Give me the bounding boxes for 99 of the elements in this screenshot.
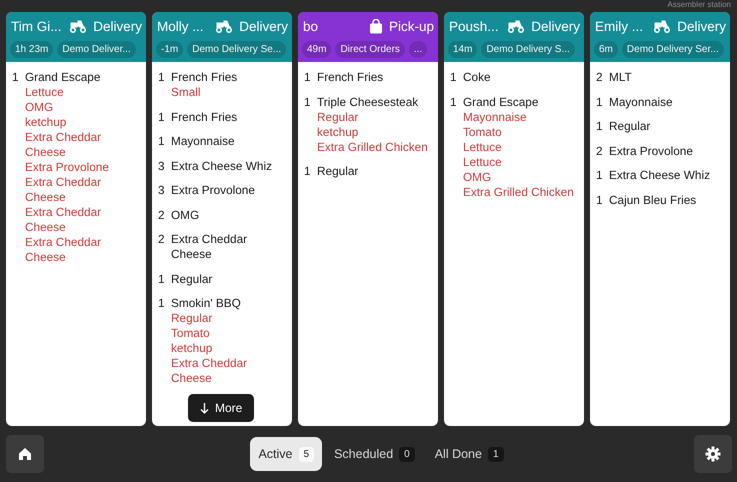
item-quantity: 1 xyxy=(450,70,458,85)
station-label: Assembler station xyxy=(667,0,731,9)
arrow-down-icon xyxy=(200,402,209,414)
item-modifier: Extra Cheddar Cheese xyxy=(171,356,248,386)
item-quantity: 1 xyxy=(158,296,166,311)
item-name: OMG xyxy=(171,208,200,222)
item-name: Regular xyxy=(609,119,652,134)
settings-icon xyxy=(705,446,721,462)
item-name: MLT xyxy=(609,70,633,85)
customer-name: Molly ... xyxy=(157,18,204,34)
count-badge: 0 xyxy=(399,446,415,462)
item-modifier: Extra Cheddar Cheese xyxy=(25,175,102,205)
item-modifier: Tomato xyxy=(171,326,211,341)
item-name: Mayonnaise xyxy=(609,94,674,110)
item-modifier: OMG xyxy=(463,170,492,184)
item-name: Coke xyxy=(463,70,492,85)
item-name: Cajun Bleu Fries xyxy=(609,192,698,208)
order-chip: Demo Deliver... xyxy=(57,41,136,58)
item-quantity: 3 xyxy=(158,158,166,174)
item-name: Triple Cheesesteak xyxy=(317,94,420,110)
item-name: Grand Escape xyxy=(463,94,540,110)
item-modifier: ketchup xyxy=(317,124,360,140)
customer-name: Poush... xyxy=(449,18,499,34)
item-quantity: 2 xyxy=(596,144,604,158)
filter-tab[interactable]: Scheduled 0 xyxy=(326,437,423,471)
item-quantity: 3 xyxy=(158,183,166,198)
order-chip: Direct Orders xyxy=(335,41,405,58)
item-quantity: 1 xyxy=(596,119,604,134)
item-modifier: OMG xyxy=(25,100,54,115)
item-modifier: Lettuce xyxy=(463,154,503,170)
item-modifier: Extra Cheddar Cheese xyxy=(25,130,102,160)
item-quantity: 1 xyxy=(596,94,604,110)
more-button[interactable]: More xyxy=(188,394,254,422)
item-quantity: 2 xyxy=(596,70,604,85)
order-chip: Demo Delivery S... xyxy=(481,41,575,58)
item-modifier: Regular xyxy=(171,311,214,326)
settings-button[interactable] xyxy=(694,435,732,473)
customer-name: Tim Gi... xyxy=(11,18,62,34)
item-modifier: Regular xyxy=(317,110,360,124)
item-modifier: Lettuce xyxy=(463,140,503,154)
item-quantity: 1 xyxy=(158,70,166,85)
filter-tab[interactable]: All Done 1 xyxy=(426,437,512,471)
order-type: Delivery xyxy=(531,18,580,34)
item-modifier: ketchup xyxy=(171,341,214,356)
filter-tab[interactable]: Active 5 xyxy=(250,437,322,471)
item-quantity: 1 xyxy=(304,164,312,179)
item-quantity: 1 xyxy=(304,70,312,85)
item-name: Smokin' BBQ xyxy=(171,296,242,311)
count-badge: 1 xyxy=(488,446,504,462)
shopping-bag-icon xyxy=(368,18,383,34)
item-quantity: 1 xyxy=(450,94,458,110)
item-name: Grand Escape xyxy=(25,70,102,85)
item-modifier: Lettuce xyxy=(25,85,65,100)
order-type: Pick-up xyxy=(388,18,434,34)
item-modifier: ketchup xyxy=(25,115,68,130)
item-modifier: Extra Cheddar Cheese xyxy=(25,235,102,265)
item-modifier: Extra Grilled Chicken xyxy=(317,140,429,154)
item-name: French Fries xyxy=(317,70,384,85)
item-name: Regular xyxy=(317,164,360,179)
home-button[interactable] xyxy=(6,435,44,473)
item-name: Extra Cheese Whiz xyxy=(609,168,711,183)
order-chip: Demo Delivery Se... xyxy=(187,41,286,58)
item-name: French Fries xyxy=(171,110,238,124)
item-modifier: Extra Provolone xyxy=(25,160,110,175)
item-quantity: 1 xyxy=(304,94,312,110)
item-quantity: 2 xyxy=(158,208,166,222)
home-icon xyxy=(18,447,32,461)
item-modifier: Mayonnaise xyxy=(463,110,528,124)
order-chip: 14m xyxy=(448,41,478,58)
item-name: Extra Provolone xyxy=(609,144,694,158)
order-type: Delivery xyxy=(239,18,288,34)
item-quantity: 1 xyxy=(12,70,20,85)
item-quantity: 1 xyxy=(158,134,166,149)
order-chip: -1m xyxy=(156,41,184,58)
item-name: Mayonnaise xyxy=(171,134,236,149)
item-quantity: 2 xyxy=(158,232,166,248)
order-chip: 6m xyxy=(594,41,618,58)
count-badge: 5 xyxy=(298,446,314,462)
order-chip: 49m xyxy=(302,41,332,58)
item-modifier: Tomato xyxy=(463,124,503,140)
order-chip: ... xyxy=(408,41,428,58)
item-modifier: Extra Grilled Chicken xyxy=(463,184,575,200)
order-type: Delivery xyxy=(677,18,726,34)
item-quantity: 1 xyxy=(158,272,166,286)
item-name: Regular xyxy=(171,272,214,286)
item-modifier: Extra Cheddar Cheese xyxy=(25,205,102,235)
item-modifier: Small xyxy=(171,85,202,100)
customer-name: bo xyxy=(303,18,318,34)
item-name: Extra Cheddar Cheese xyxy=(171,232,248,262)
customer-name: Emily ... xyxy=(595,18,644,34)
item-name: Extra Provolone xyxy=(171,183,256,198)
item-quantity: 1 xyxy=(596,192,604,208)
item-name: French Fries xyxy=(171,70,238,85)
item-quantity: 1 xyxy=(158,110,166,124)
order-chip: Demo Delivery Ser... xyxy=(622,41,724,58)
order-type: Delivery xyxy=(93,18,142,34)
item-name: Extra Cheese Whiz xyxy=(171,158,273,174)
item-quantity: 1 xyxy=(596,168,604,183)
order-chip: 1h 23m xyxy=(10,41,54,58)
